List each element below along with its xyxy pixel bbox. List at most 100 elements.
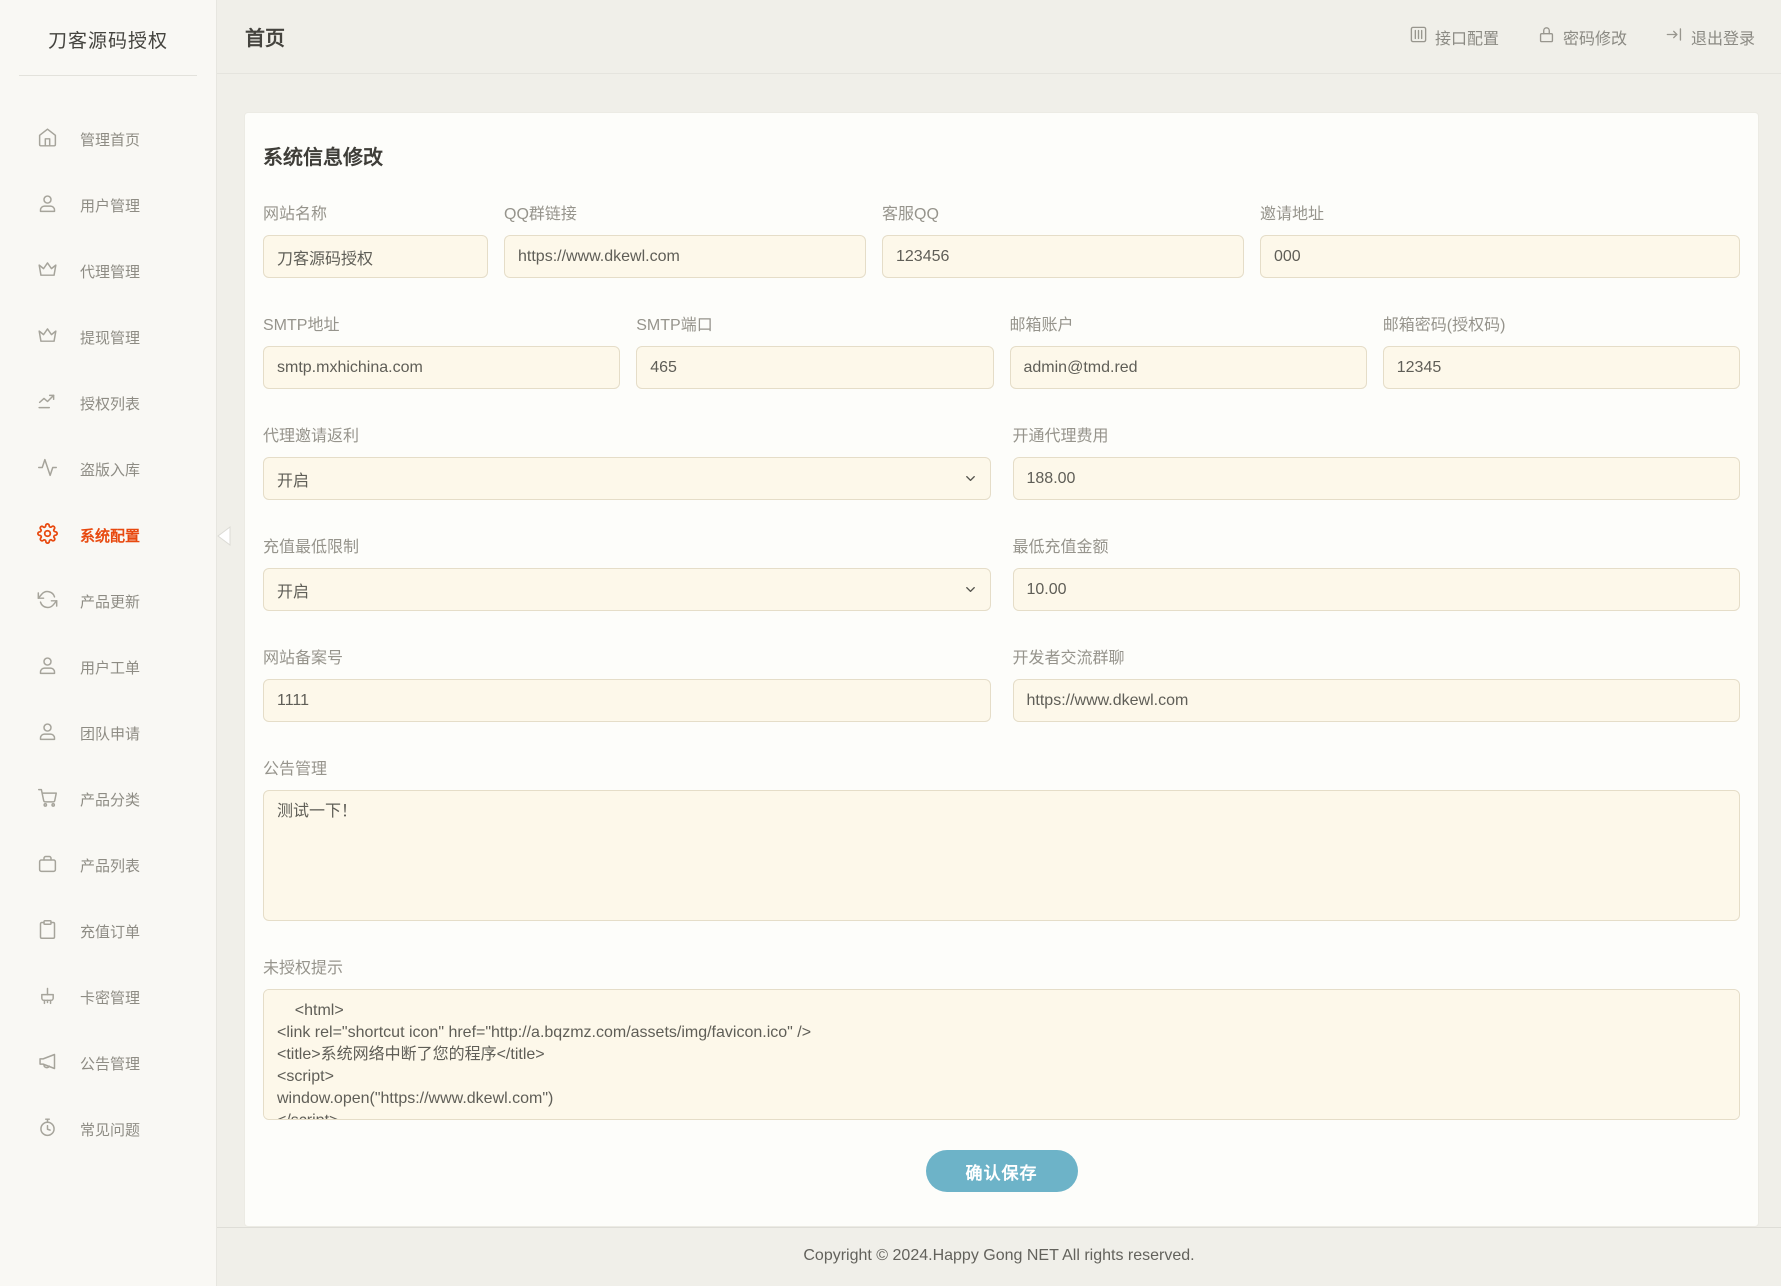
field-mail-password: 邮箱密码(授权码) [1383,311,1740,389]
brand-title: 刀客源码授权 [0,0,216,75]
form-row-1: 网站名称 QQ群链接 客服QQ 邀请地址 [263,200,1740,278]
topbar: 首页 接口配置 密码修改 退出登录 [217,0,1781,74]
sidebar-item-label: 授权列表 [80,393,140,414]
sidebar-item-system-config[interactable]: 系统配置 [0,502,216,568]
announcement-label: 公告管理 [263,755,1740,779]
invite-address-label: 邀请地址 [1260,200,1740,224]
user-icon [37,721,80,746]
save-button[interactable]: 确认保存 [926,1150,1078,1192]
sidebar-item-label: 产品列表 [80,855,140,876]
api-config-link[interactable]: 接口配置 [1409,25,1499,49]
sidebar-item-authorization-list[interactable]: 授权列表 [0,370,216,436]
mail-password-input[interactable] [1383,346,1740,389]
sidebar-item-label: 盗版入库 [80,459,140,480]
form-row-5: 网站备案号 开发者交流群聊 [263,644,1740,722]
qq-group-link-input[interactable] [504,235,866,278]
smtp-host-label: SMTP地址 [263,311,620,335]
form-row-2: SMTP地址 SMTP端口 邮箱账户 邮箱密码(授权码) [263,311,1740,389]
recharge-limit-select[interactable]: 开启 [263,568,991,611]
card-title: 系统信息修改 [263,135,1740,200]
system-info-card: 系统信息修改 网站名称 QQ群链接 客服QQ 邀请地址 [244,112,1759,1227]
sidebar: 刀客源码授权 管理首页 用户管理 代理管理 提现管理 授权列表 盗版入库 [0,0,217,1286]
home-icon [37,127,80,152]
sidebar-item-label: 卡密管理 [80,987,140,1008]
trend-chart-icon [37,391,80,416]
sidebar-item-announcement-management[interactable]: 公告管理 [0,1030,216,1096]
sidebar-menu: 管理首页 用户管理 代理管理 提现管理 授权列表 盗版入库 系统配置 [0,76,216,1162]
min-recharge-label: 最低充值金额 [1013,533,1741,557]
sidebar-item-user-management[interactable]: 用户管理 [0,172,216,238]
active-item-pointer [216,526,231,551]
service-qq-input[interactable] [882,235,1244,278]
page-title: 首页 [245,22,285,51]
stopwatch-icon [37,1117,80,1142]
api-config-label: 接口配置 [1435,25,1499,49]
sidebar-item-admin-home[interactable]: 管理首页 [0,106,216,172]
icp-number-input[interactable] [263,679,991,722]
logout-label: 退出登录 [1691,25,1755,49]
agent-rebate-value: 开启 [277,467,309,491]
main-area: 首页 接口配置 密码修改 退出登录 系统信息修改 网站名称 [217,0,1781,1286]
field-dev-group: 开发者交流群聊 [1013,644,1741,722]
sidebar-item-label: 用户管理 [80,195,140,216]
cart-icon [37,787,80,812]
announcement-textarea[interactable]: 测试一下！ [263,790,1740,921]
field-smtp-port: SMTP端口 [636,311,993,389]
sidebar-item-label: 产品分类 [80,789,140,810]
dev-group-input[interactable] [1013,679,1741,722]
logout-link[interactable]: 退出登录 [1665,25,1755,49]
sidebar-item-label: 常见问题 [80,1119,140,1140]
sidebar-item-faq[interactable]: 常见问题 [0,1096,216,1162]
field-unauthorized-tip: 未授权提示 <html> <link rel="shortcut icon" h… [263,954,1740,1120]
sidebar-item-team-application[interactable]: 团队申请 [0,700,216,766]
agent-fee-input[interactable] [1013,457,1741,500]
dev-group-label: 开发者交流群聊 [1013,644,1741,668]
sidebar-item-label: 充值订单 [80,921,140,942]
field-min-recharge: 最低充值金额 [1013,533,1741,611]
min-recharge-input[interactable] [1013,568,1741,611]
sidebar-item-user-tickets[interactable]: 用户工单 [0,634,216,700]
field-invite-address: 邀请地址 [1260,200,1740,278]
field-agent-fee: 开通代理费用 [1013,422,1741,500]
sidebar-item-pirate-storage[interactable]: 盗版入库 [0,436,216,502]
field-announcement: 公告管理 测试一下！ [263,755,1740,921]
service-qq-label: 客服QQ [882,200,1244,224]
sidebar-item-product-update[interactable]: 产品更新 [0,568,216,634]
unauthorized-tip-textarea[interactable]: <html> <link rel="shortcut icon" href="h… [263,989,1740,1120]
mail-account-label: 邮箱账户 [1010,311,1367,335]
sidebar-item-label: 提现管理 [80,327,140,348]
gear-icon [37,523,80,548]
megaphone-icon [37,1051,80,1076]
content-area: 系统信息修改 网站名称 QQ群链接 客服QQ 邀请地址 [217,74,1781,1227]
crown-icon [37,259,80,284]
button-row: 确认保存 [263,1150,1740,1192]
change-password-link[interactable]: 密码修改 [1537,25,1627,49]
smtp-host-input[interactable] [263,346,620,389]
sidebar-item-card-key-management[interactable]: 卡密管理 [0,964,216,1030]
smtp-port-input[interactable] [636,346,993,389]
sidebar-item-label: 管理首页 [80,129,140,150]
sidebar-item-recharge-orders[interactable]: 充值订单 [0,898,216,964]
invite-address-input[interactable] [1260,235,1740,278]
unauthorized-tip-label: 未授权提示 [263,954,1740,978]
agent-fee-label: 开通代理费用 [1013,422,1741,446]
sidebar-item-label: 代理管理 [80,261,140,282]
clipboard-icon [37,919,80,944]
form-row-announcement: 公告管理 测试一下！ [263,755,1740,921]
sidebar-item-product-category[interactable]: 产品分类 [0,766,216,832]
recharge-limit-value: 开启 [277,578,309,602]
chevron-down-icon [963,471,978,486]
sidebar-item-agent-management[interactable]: 代理管理 [0,238,216,304]
agent-rebate-select[interactable]: 开启 [263,457,991,500]
field-smtp-host: SMTP地址 [263,311,620,389]
sidebar-item-label: 产品更新 [80,591,140,612]
site-name-input[interactable] [263,235,488,278]
refresh-icon [37,589,80,614]
mail-account-input[interactable] [1010,346,1367,389]
sidebar-item-product-list[interactable]: 产品列表 [0,832,216,898]
agent-rebate-label: 代理邀请返利 [263,422,991,446]
footer: Copyright © 2024.Happy Gong NET All righ… [217,1227,1781,1286]
sidebar-item-withdraw-management[interactable]: 提现管理 [0,304,216,370]
qq-group-link-label: QQ群链接 [504,200,866,224]
topbar-actions: 接口配置 密码修改 退出登录 [1409,25,1755,49]
